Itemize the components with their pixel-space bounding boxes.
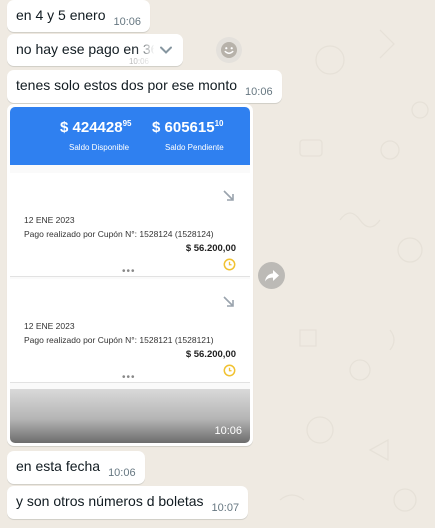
message-time: 10:06 bbox=[245, 86, 273, 98]
message-bubble[interactable]: y son otros números d boletas 10:07 bbox=[7, 486, 249, 519]
chevron-down-icon[interactable] bbox=[159, 43, 173, 57]
message-time: 10:06 bbox=[113, 16, 142, 28]
more-dots: ••• bbox=[122, 372, 136, 383]
message-bubble[interactable]: en esta fecha 10:06 bbox=[7, 451, 145, 484]
image-message[interactable]: $ 42442895 Saldo Disponible $ 60561510 S… bbox=[7, 104, 253, 446]
payment-amount: $ 56.200,00 bbox=[185, 349, 236, 360]
message-bubble-hovered[interactable]: no hay ese pago en 360 10:06 bbox=[7, 34, 183, 66]
clock-icon bbox=[223, 364, 236, 377]
balance-header: $ 42442895 Saldo Disponible $ 60561510 S… bbox=[10, 107, 250, 165]
available-amount: $ 42442895 bbox=[60, 119, 132, 136]
diagonal-arrow-icon bbox=[223, 296, 234, 307]
payment-date: 12 ENE 2023 bbox=[24, 215, 75, 225]
message-bubble[interactable]: tenes solo estos dos por ese monto 10:06 bbox=[7, 70, 282, 103]
payment-amount: $ 56.200,00 bbox=[185, 243, 236, 254]
pending-amount: $ 60561510 bbox=[152, 119, 224, 136]
payment-description: Pago realizado por Cupón N°: 1528124 (15… bbox=[24, 229, 214, 239]
message-text: en esta fecha bbox=[16, 458, 101, 474]
message-time: 10:06 bbox=[108, 467, 136, 479]
diagonal-arrow-icon bbox=[223, 190, 234, 201]
forward-button[interactable] bbox=[258, 262, 285, 289]
payment-description: Pago realizado por Cupón N°: 1528121 (15… bbox=[24, 335, 214, 345]
payment-card: 12 ENE 2023 Pago realizado por Cupón N°:… bbox=[10, 173, 250, 277]
clock-icon bbox=[223, 258, 236, 271]
reaction-button[interactable] bbox=[216, 37, 242, 63]
message-text: y son otros números d boletas bbox=[16, 493, 204, 509]
message-text: en 4 y 5 enero bbox=[16, 7, 106, 23]
image-attachment[interactable]: $ 42442895 Saldo Disponible $ 60561510 S… bbox=[10, 107, 250, 443]
smiley-icon bbox=[221, 42, 237, 58]
message-time: 10:06 bbox=[214, 425, 242, 437]
more-dots: ••• bbox=[122, 266, 136, 277]
payment-date: 12 ENE 2023 bbox=[24, 321, 75, 331]
available-label: Saldo Disponible bbox=[69, 143, 130, 152]
message-text: tenes solo estos dos por ese monto bbox=[16, 77, 238, 93]
forward-icon bbox=[264, 269, 279, 281]
message-bubble[interactable]: en 4 y 5 enero 10:06 bbox=[7, 0, 151, 32]
message-time: 10:07 bbox=[211, 502, 240, 514]
payment-card: 12 ENE 2023 Pago realizado por Cupón N°:… bbox=[10, 279, 250, 383]
pending-label: Saldo Pendiente bbox=[165, 143, 224, 152]
